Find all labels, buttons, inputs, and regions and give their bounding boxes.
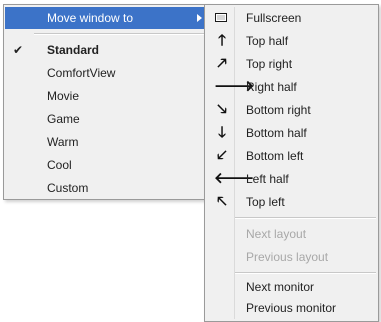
menu-item-standard[interactable]: ✔ Standard: [5, 39, 208, 61]
menu-item-custom[interactable]: Custom: [5, 177, 208, 199]
menu-item-cool[interactable]: Cool: [5, 154, 208, 176]
submenu-item-label: Bottom left: [246, 149, 304, 163]
submenu-arrow-icon: [197, 14, 202, 22]
submenu-item-label: Next layout: [246, 227, 307, 241]
submenu-item-label: Previous monitor: [246, 301, 337, 315]
arrow-right-icon: 🡒: [214, 78, 255, 95]
arrow-left-icon: 🡐: [214, 170, 255, 187]
arrow-up-left-icon: 🡔: [217, 193, 227, 210]
menu-item-label: Game: [47, 112, 80, 126]
submenu-item-right-half[interactable]: 🡒 Right half: [206, 76, 377, 98]
menu-item-label: Custom: [47, 181, 89, 195]
submenu-item-bottom-right[interactable]: 🡖 Bottom right: [206, 99, 377, 121]
menu-separator: [235, 217, 376, 219]
submenu-item-fullscreen[interactable]: Fullscreen: [206, 7, 377, 29]
submenu-item-label: Bottom right: [246, 103, 311, 117]
menu-item-label: Movie: [47, 89, 80, 103]
submenu-item-previous-monitor[interactable]: Previous monitor: [206, 297, 377, 319]
submenu-item-top-right[interactable]: 🡕 Top right: [206, 53, 377, 75]
submenu-item-label: Top half: [246, 34, 289, 48]
submenu-item-label: Next monitor: [246, 280, 315, 294]
menu-item-label: Standard: [47, 43, 100, 57]
menu-item-move-window-to[interactable]: Move window to: [5, 7, 208, 29]
checkmark-icon: ✔: [13, 43, 24, 57]
submenu-item-label: Previous layout: [246, 250, 329, 264]
move-window-submenu: Fullscreen 🡑 Top half 🡕 Top right 🡒 Righ…: [204, 4, 379, 322]
submenu-item-label: Bottom half: [246, 126, 307, 140]
menu-item-warm[interactable]: Warm: [5, 131, 208, 153]
submenu-item-top-left[interactable]: 🡔 Top left: [206, 191, 377, 213]
menu-separator: [235, 272, 376, 274]
context-menu: Move window to ✔ Standard ComfortView Mo…: [3, 4, 210, 200]
menu-separator: [34, 33, 207, 35]
arrow-down-right-icon: 🡖: [217, 101, 227, 118]
arrow-up-icon: 🡑: [218, 32, 226, 49]
menu-item-game[interactable]: Game: [5, 108, 208, 130]
submenu-item-label: Top right: [246, 57, 293, 71]
submenu-item-previous-layout[interactable]: Previous layout: [206, 246, 377, 268]
menu-item-label: Move window to: [47, 11, 134, 25]
menu-item-label: Warm: [47, 135, 79, 149]
submenu-item-bottom-left[interactable]: 🡗 Bottom left: [206, 145, 377, 167]
submenu-item-label: Left half: [246, 172, 289, 186]
submenu-item-label: Top left: [246, 195, 285, 209]
menu-item-movie[interactable]: Movie: [5, 85, 208, 107]
submenu-item-label: Right half: [246, 80, 297, 94]
menu-item-label: ComfortView: [47, 66, 116, 80]
submenu-item-top-half[interactable]: 🡑 Top half: [206, 30, 377, 52]
arrow-down-icon: 🡓: [218, 124, 226, 141]
arrow-down-left-icon: 🡗: [217, 147, 227, 164]
submenu-item-label: Fullscreen: [246, 11, 302, 25]
submenu-item-next-monitor[interactable]: Next monitor: [206, 276, 377, 298]
menu-item-comfortview[interactable]: ComfortView: [5, 62, 208, 84]
submenu-item-left-half[interactable]: 🡐 Left half: [206, 168, 377, 190]
fullscreen-icon: [215, 13, 227, 22]
arrow-up-right-icon: 🡕: [217, 55, 227, 72]
submenu-item-next-layout[interactable]: Next layout: [206, 223, 377, 245]
submenu-item-bottom-half[interactable]: 🡓 Bottom half: [206, 122, 377, 144]
menu-item-label: Cool: [47, 158, 72, 172]
